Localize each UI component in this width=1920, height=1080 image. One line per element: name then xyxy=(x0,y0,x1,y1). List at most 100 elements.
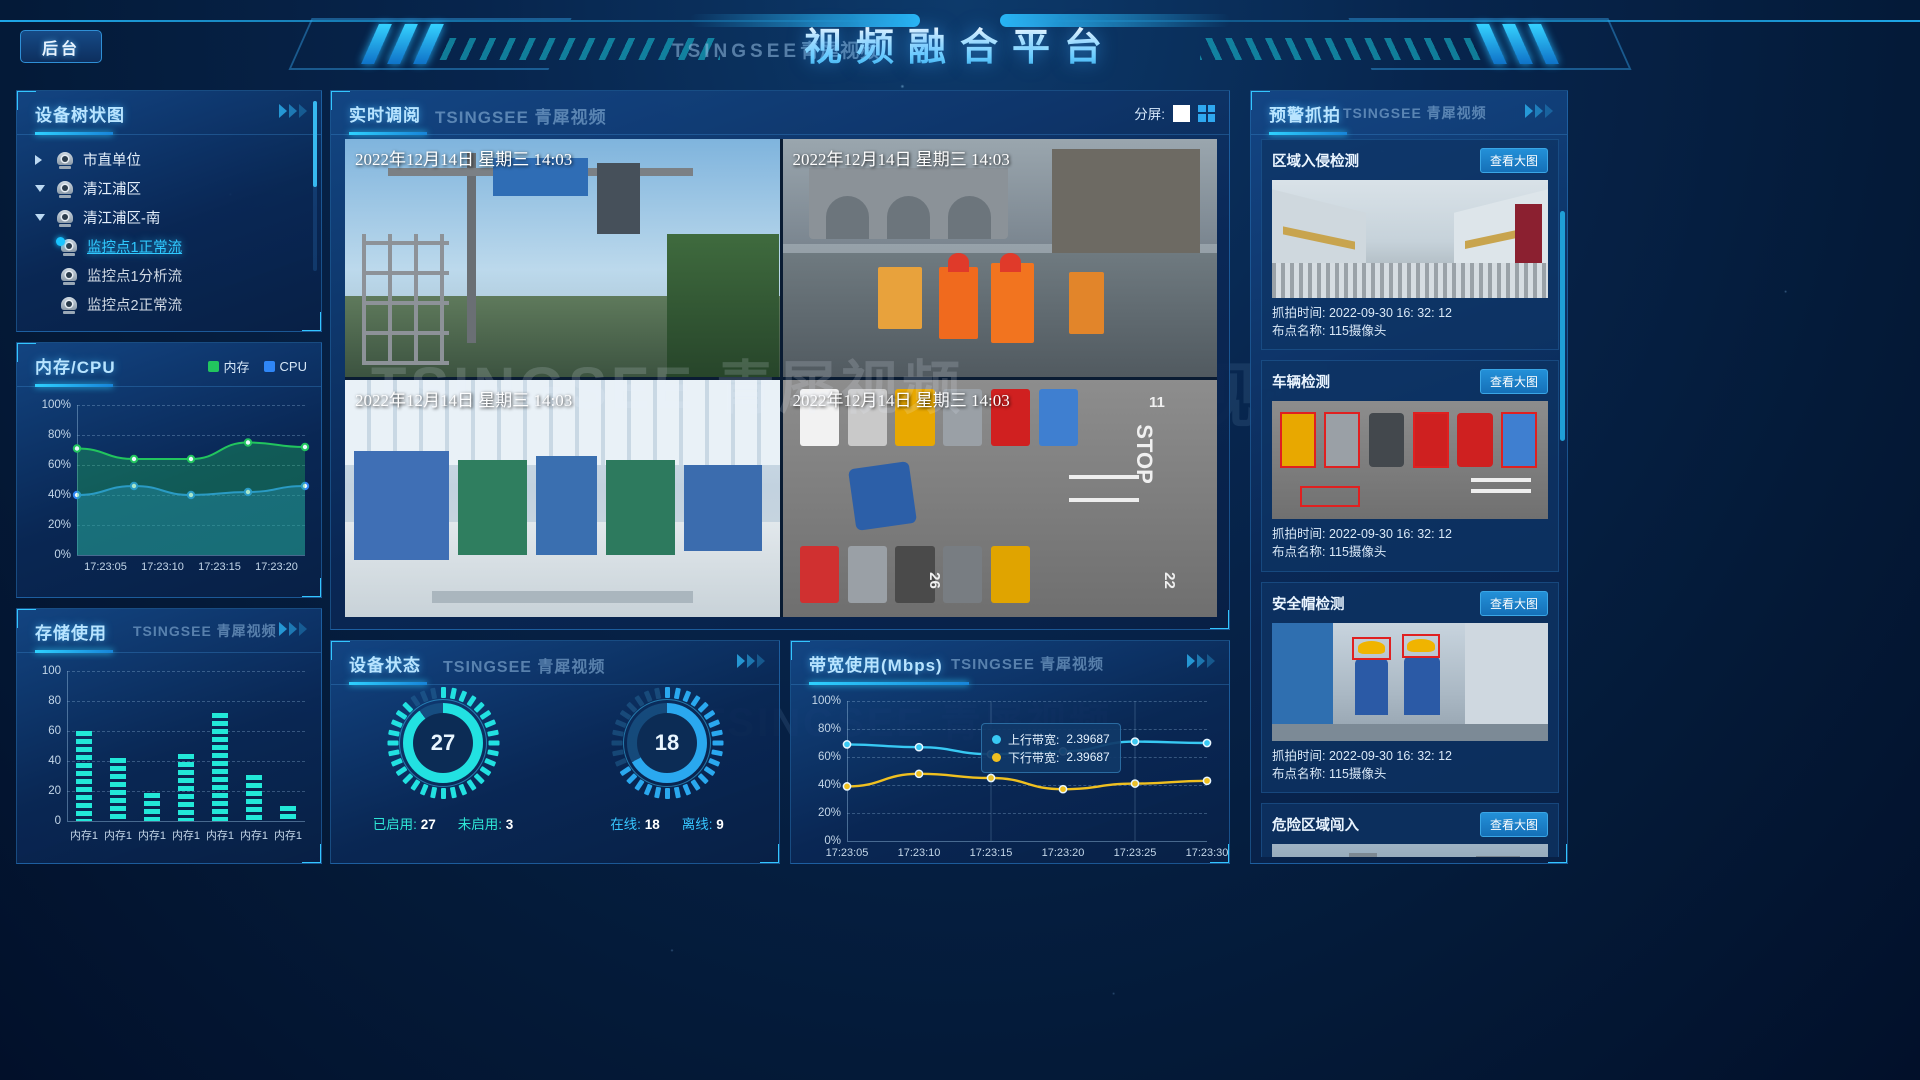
alarm-time-label: 抓拍时间: xyxy=(1272,306,1326,320)
device-tree-node[interactable]: 清江浦区-南 xyxy=(25,203,321,232)
bar[interactable] xyxy=(178,753,194,821)
device-tree-list[interactable]: 市直单位 清江浦区 清江浦区-南 监控点1正常流监控点1分析流 监控点2正常流 xyxy=(17,135,321,319)
gauge[interactable]: 27 xyxy=(387,687,499,799)
video-cell[interactable]: STOP 11 22 26 2022年12月14日 星期三 14:03 xyxy=(782,379,1217,617)
storage-brand-watermark: TSINGSEE 青犀视频 xyxy=(133,623,277,639)
view-large-image-button[interactable]: 查看大图 xyxy=(1479,369,1548,395)
alarm-scrollbar[interactable] xyxy=(1560,211,1565,441)
video-timestamp: 2022年12月14日 星期三 14:03 xyxy=(355,390,573,410)
alarm-snapshot-image[interactable] xyxy=(1272,622,1548,741)
alarm-card-title: 区域入侵检测 xyxy=(1272,154,1359,170)
alarm-time-label: 抓拍时间: xyxy=(1272,748,1326,763)
alarm-snapshot-image[interactable] xyxy=(1272,843,1548,857)
bar[interactable] xyxy=(246,774,262,821)
alarm-card[interactable]: 车辆检测 查看大图 抓拍时间: 2022-09-30 16: 32: 12 布点名称:… xyxy=(1261,360,1559,572)
x-axis-tick: 17:23:10 xyxy=(141,561,184,573)
bar[interactable] xyxy=(144,792,160,821)
device-status-header: 设备状态 TSINGSEE 青犀视频 xyxy=(331,641,779,685)
device-tree-node[interactable]: 监控点1正常流 xyxy=(25,232,321,261)
x-axis-tick: 17:23:15 xyxy=(969,847,1013,859)
bandwidth-brand-watermark: TSINGSEE 青犀视频 xyxy=(951,656,1105,673)
x-axis-tick: 17:23:10 xyxy=(897,847,941,859)
view-large-image-button[interactable]: 查看大图 xyxy=(1479,148,1548,173)
alarm-card[interactable]: 危险区域闯入查看大图抓拍时间: 2022-09-30 16: 32: 12布点名… xyxy=(1261,802,1559,857)
device-tree-node[interactable]: 监控点1分析流 xyxy=(25,261,321,290)
storage-usage-panel: 存储使用 TSINGSEE 青犀视频 0 20 40 60 80 100 内存1 内存1 内存1… xyxy=(16,608,322,864)
memory-cpu-chart: 0% 20% 40% 60% 80% 100% 17:23:05 17:23:10 17:23:… xyxy=(42,399,310,573)
memory-cpu-title: 内存/CPU xyxy=(35,358,116,377)
tooltip-row: 下行带宽: 2.39687 xyxy=(992,748,1110,766)
device-tree-node[interactable]: 清江浦区 xyxy=(25,174,321,203)
app-header: 后台 TSINGSEE青犀视频 视频融合平台 xyxy=(0,0,1920,86)
alarm-card[interactable]: 安全帽检测 查看大图 抓拍时间: 2022-09-30 16: 32: 12 布点名称… xyxy=(1261,581,1559,793)
video-timestamp: 2022年12月14日 星期三 14:03 xyxy=(792,390,1010,410)
y-axis-tick: 60 xyxy=(48,725,61,737)
alarm-title: 预警抓拍 xyxy=(1269,106,1341,125)
bar[interactable] xyxy=(110,758,126,821)
gauge-stat-value: 9 xyxy=(716,817,724,832)
alarm-more-icon[interactable] xyxy=(1525,104,1553,118)
split-single-button[interactable] xyxy=(1173,104,1190,122)
storage-usage-header: 存储使用 TSINGSEE 青犀视频 xyxy=(17,609,321,653)
alarm-snapshot-panel: 预警抓拍 TSINGSEE 青犀视频 区域入侵检测 查看大图 抓拍时间: 2022-… xyxy=(1250,90,1568,864)
device-status-more-icon[interactable] xyxy=(737,654,765,668)
gauge-stat-value: 27 xyxy=(420,817,436,832)
gauge-stat-label: 离线: xyxy=(681,817,713,832)
bar[interactable] xyxy=(212,713,228,821)
alarm-card-title: 危险区域闯入 xyxy=(1272,817,1359,834)
chevron-down-icon[interactable] xyxy=(35,214,55,221)
alarm-snapshot-image[interactable] xyxy=(1272,401,1548,520)
gauge[interactable]: 18 xyxy=(611,687,723,799)
alarm-card-meta: 抓拍时间: 2022-09-30 16: 32: 12 布点名称: 115摄像头 xyxy=(1272,304,1548,340)
view-large-image-button[interactable]: 查看大图 xyxy=(1479,811,1548,837)
y-axis-tick: 20 xyxy=(48,785,61,797)
video-grid[interactable]: 2022年12月14日 星期三 14:03 2022年12月14日 星期三 14:… xyxy=(345,139,1217,617)
camera-icon xyxy=(55,151,75,169)
device-status-gauges: 27 已启用: 27 未启用: 3 18 在线: 18 离线: 9 xyxy=(331,687,779,833)
tooltip-dot xyxy=(992,752,1001,762)
bar[interactable] xyxy=(76,731,92,821)
chevron-right-icon[interactable] xyxy=(35,154,55,165)
gauge-stat-label: 已启用: xyxy=(372,817,417,832)
video-cell[interactable]: 2022年12月14日 星期三 14:03 xyxy=(345,139,780,377)
legend-swatch xyxy=(263,361,275,372)
device-tree-node-label: 监控点1分析流 xyxy=(87,269,183,285)
camera-icon xyxy=(59,267,79,285)
device-tree-header: 设备树状图 xyxy=(17,91,321,135)
device-tree-title: 设备树状图 xyxy=(35,106,125,125)
device-tree-more-icon[interactable] xyxy=(279,104,307,118)
chevron-down-icon[interactable] xyxy=(35,185,55,192)
legend-item[interactable]: 内存 xyxy=(207,357,250,376)
tooltip-label: 上行带宽: xyxy=(1008,732,1060,747)
alarm-capture-time-row: 抓拍时间: 2022-09-30 16: 32: 12 xyxy=(1272,525,1548,543)
tooltip-value: 2.39687 xyxy=(1066,750,1110,764)
title-underline xyxy=(35,384,113,387)
video-cell[interactable]: 2022年12月14日 星期三 14:03 xyxy=(345,379,780,617)
device-tree-node[interactable]: 监控点2正常流 xyxy=(25,290,321,319)
x-axis-tick: 17:23:20 xyxy=(255,561,298,573)
gauge-stats: 已启用: 27 未启用: 3 xyxy=(373,813,514,833)
device-status-brand-watermark: TSINGSEE 青犀视频 xyxy=(443,659,606,676)
bandwidth-more-icon[interactable] xyxy=(1187,654,1215,668)
storage-more-icon[interactable] xyxy=(279,622,307,636)
memory-cpu-series xyxy=(72,438,310,555)
x-axis-tick: 17:23:05 xyxy=(825,847,869,859)
alarm-card-title: 安全帽检测 xyxy=(1272,596,1345,613)
bar[interactable] xyxy=(280,806,296,821)
live-view-header: 实时调阅 TSINGSEE 青犀视频 分屏: xyxy=(331,91,1229,135)
x-axis-tick: 内存1 xyxy=(273,830,303,842)
view-large-image-button[interactable]: 查看大图 xyxy=(1479,590,1548,616)
alarm-card-list[interactable]: 区域入侵检测 查看大图 抓拍时间: 2022-09-30 16: 32: 12 布点名… xyxy=(1261,139,1559,857)
legend-item[interactable]: CPU xyxy=(263,357,307,376)
alarm-card[interactable]: 区域入侵检测 查看大图抓拍时间: 2022-09-30 16: 32: 12 布点名… xyxy=(1261,139,1559,351)
device-tree-node-label: 监控点2正常流 xyxy=(87,298,183,314)
video-cell[interactable]: 2022年12月14日 星期三 14:03 xyxy=(782,139,1217,377)
y-axis-tick: 0% xyxy=(824,835,841,847)
alarm-snapshot-image[interactable] xyxy=(1272,180,1548,298)
device-tree-node[interactable]: 市直单位 xyxy=(25,145,321,174)
y-axis-tick: 20% xyxy=(817,807,841,819)
y-axis-tick: 100% xyxy=(811,695,841,707)
split-quad-button[interactable] xyxy=(1198,104,1215,122)
x-axis-line xyxy=(847,841,1207,842)
device-tree-scrollbar[interactable] xyxy=(313,101,317,271)
